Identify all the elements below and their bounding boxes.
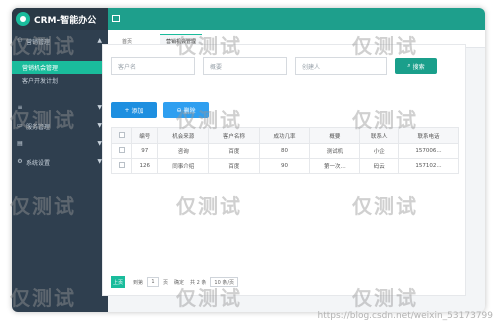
monitor-icon: ▭ [17,122,23,129]
column-header[interactable]: 客户名称 [208,127,260,144]
list-icon: ≡ [17,104,23,111]
table-cell: 80 [258,143,311,159]
sidebar: CRM-智能办公 ⚇ 营销管理 ▲ 营销机会管理 客户开发计划 ≡ ▼ ▭ 服务… [12,8,108,312]
table-row[interactable]: 97 咨询 百度 80 测试机 小企 157006... [111,143,460,159]
table-cell: 码云 [359,158,399,174]
app-title: CRM-智能办公 [34,15,97,26]
table-cell: 同事介绍 [157,158,210,174]
table-cell: 157006... [397,143,460,159]
sidebar-item-dev-plan[interactable]: 客户开发计划 [12,74,108,87]
table-cell: 第一次... [309,158,361,174]
app-logo: CRM-智能办公 [12,8,108,30]
page-suffix: 页 [163,279,169,286]
table-cell: 126 [130,158,159,174]
search-button-label: 搜索 [412,63,425,71]
column-header[interactable]: 编号 [130,127,159,144]
creator-search-input[interactable]: 创建人 [295,57,387,75]
page-size-value: 10 条/页 [214,279,235,286]
plus-icon: + [124,106,130,114]
chevron-up-icon: ▲ [97,37,102,44]
table-row[interactable]: 126 同事介绍 百度 90 第一次... 码云 157102... [111,158,460,174]
minus-icon: ⊖ [176,106,182,114]
table-cell: 90 [258,158,311,174]
select-all-cell[interactable] [111,127,132,144]
total-count: 共 2 条 [190,279,207,286]
sidebar-item-label: 客户开发计划 [22,78,59,85]
pagination: 上页 到第 1 页 确定 共 2 条 10 条/页 [111,275,239,289]
table-cell: 测试机 [309,143,361,159]
sidebar-group-collapsed-2[interactable]: ▤ ▼ [12,135,108,153]
column-header[interactable]: 成功几率 [258,127,311,144]
prev-page-label: 上页 [112,279,123,286]
page-number-input[interactable]: 1 [147,277,160,287]
prev-page-button[interactable]: 上页 [111,276,125,288]
menu-toggle-icon[interactable] [112,15,120,22]
page-number-value: 1 [151,279,155,285]
customer-search-input[interactable]: 客户名 [111,57,195,75]
gear-icon: ⚙ [17,158,23,165]
customer-placeholder: 客户名 [118,63,137,71]
page-confirm-button[interactable]: 确定 [174,279,184,286]
delete-button-label: 删除 [183,107,196,115]
column-header[interactable]: 联系电话 [397,127,460,144]
table-cell: 97 [130,143,159,159]
sidebar-item-label: 营销机会管理 [22,65,59,72]
app-window: CRM-智能办公 ⚇ 营销管理 ▲ 营销机会管理 客户开发计划 ≡ ▼ ▭ 服务… [12,8,485,312]
top-bar [108,8,485,30]
delete-button[interactable]: ⊖ 删除 [163,102,209,118]
table-cell: 咨询 [157,143,210,159]
sidebar-group-collapsed-1[interactable]: ≡ ▼ [12,99,108,117]
creator-placeholder: 创建人 [302,63,321,71]
summary-placeholder: 概要 [210,63,223,71]
add-button[interactable]: + 添加 [111,102,157,118]
row-select-cell[interactable] [111,158,132,174]
column-header[interactable]: 概要 [309,127,361,144]
add-button-label: 添加 [131,107,144,115]
page-size-select[interactable]: 10 条/页 [210,277,239,287]
table-cell: 小企 [359,143,399,159]
summary-search-input[interactable]: 概要 [203,57,287,75]
opportunity-table: 编号 机会来源 客户名称 成功几率 概要 联系人 联系电话 97 咨询 百度 8… [111,127,460,174]
select-all-checkbox[interactable] [118,131,125,138]
row-select-cell[interactable] [111,143,132,159]
column-header[interactable]: 联系人 [359,127,399,144]
sidebar-group-service[interactable]: ▭ 服务管理 ▼ [12,117,108,135]
row-checkbox[interactable] [118,162,125,168]
sidebar-item-opportunity[interactable]: 营销机会管理 [12,61,108,74]
user-icon: ⚇ [17,37,23,44]
column-header[interactable]: 机会来源 [157,127,210,144]
sidebar-group-marketing[interactable]: ⚇ 营销管理 ▲ [12,32,108,50]
chart-icon: ▤ [17,140,23,147]
sidebar-group-label: 系统设置 [26,159,51,167]
table-cell: 157102... [397,158,460,174]
table-cell: 百度 [208,143,260,159]
sidebar-group-label: 营销管理 [26,38,51,46]
main-panel: 客户名 概要 创建人 ⌕ 搜索 + 添加 ⊖ 删除 编号 机会来源 客户名称 成… [102,44,466,296]
search-button[interactable]: ⌕ 搜索 [395,58,437,74]
sidebar-group-label: 服务管理 [26,123,51,131]
table-cell: 百度 [208,158,260,174]
logo-icon [16,12,30,26]
row-checkbox[interactable] [118,147,125,153]
search-icon: ⌕ [407,62,411,69]
source-url: https://blog.csdn.net/weixin_53173799 [317,311,493,321]
table-header-row: 编号 机会来源 客户名称 成功几率 概要 联系人 联系电话 [111,127,460,144]
sidebar-group-settings[interactable]: ⚙ 系统设置 ▼ [12,153,108,171]
page-prefix: 到第 [133,279,144,286]
